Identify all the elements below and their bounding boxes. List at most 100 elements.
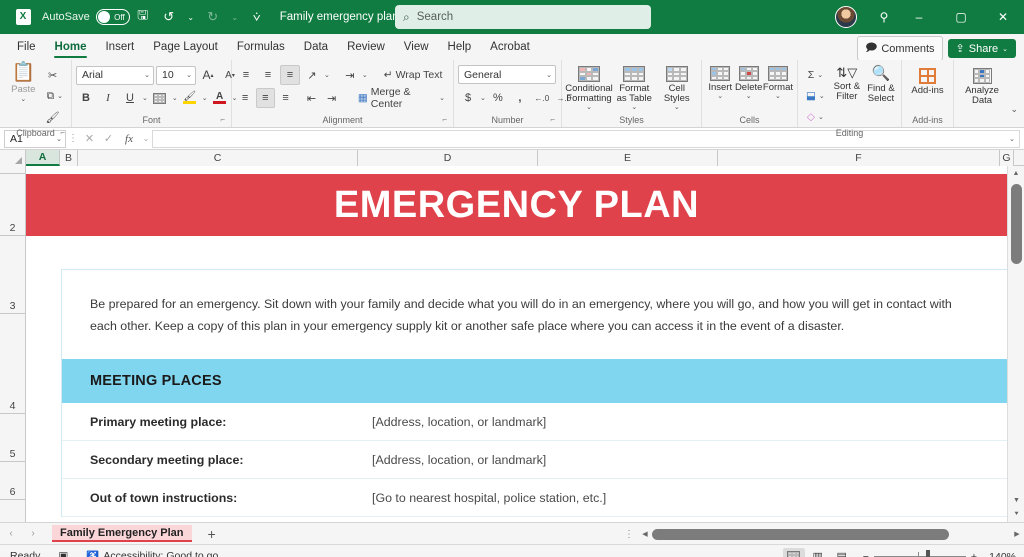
percent-format-button[interactable]: % <box>488 88 508 108</box>
align-top-button[interactable]: ≡ <box>236 65 256 85</box>
format-chevron-down-icon[interactable]: ⌄ <box>775 93 781 100</box>
underline-button[interactable]: U <box>120 88 140 108</box>
grow-font-button[interactable]: A ▴ <box>198 65 218 85</box>
scrollbar-resize-handle[interactable]: ⋮ <box>620 529 638 540</box>
font-color-icon[interactable]: A <box>210 88 230 108</box>
analyze-data-button[interactable]: Analyze Data <box>959 66 1005 106</box>
column-header-a[interactable]: A <box>26 150 60 166</box>
zoom-out-button[interactable]: − <box>863 551 869 557</box>
underline-chevron-down-icon[interactable]: ⌄ <box>142 94 148 102</box>
fx-chevron-down-icon[interactable]: ⌄ <box>140 134 152 143</box>
collapse-ribbon-chevron-icon[interactable]: ⌄ <box>1010 104 1018 115</box>
tab-acrobat[interactable]: Acrobat <box>481 38 539 56</box>
horizontal-scroll-track[interactable] <box>652 523 1010 545</box>
comma-format-button[interactable]: , <box>510 88 530 108</box>
redo-dropdown-icon[interactable]: ⌄ <box>226 4 244 30</box>
next-sheet-icon[interactable]: › <box>22 523 44 545</box>
insert-chevron-down-icon[interactable]: ⌄ <box>717 93 723 100</box>
secondary-meeting-place-value[interactable]: [Address, location, or landmark] <box>372 453 546 467</box>
autosave-toggle[interactable]: Off <box>95 9 130 25</box>
row-header-1[interactable] <box>0 166 25 174</box>
row-header-4[interactable]: 4 <box>0 314 25 414</box>
tab-file[interactable]: File <box>8 38 45 56</box>
decrease-indent-2-button[interactable]: ⇤ <box>302 88 320 108</box>
fill-chevron-down-icon[interactable]: ⌄ <box>819 92 825 100</box>
comments-button[interactable]: 🗩 Comments <box>857 36 943 61</box>
location-icon[interactable]: ⚲ <box>870 0 898 34</box>
horizontal-scroll-thumb[interactable] <box>652 528 950 540</box>
format-painter-button[interactable]: 🖌 <box>43 107 63 127</box>
tab-review[interactable]: Review <box>338 38 394 56</box>
out-of-town-instructions-value[interactable]: [Go to nearest hospital, police station,… <box>372 491 606 505</box>
align-middle-button[interactable]: ≡ <box>258 65 278 85</box>
close-button[interactable]: ✕ <box>982 0 1024 34</box>
column-header-f[interactable]: F <box>718 150 1000 166</box>
field-row-out-of-town-instructions[interactable]: Out of town instructions: [Go to nearest… <box>62 479 1007 518</box>
row-header-3[interactable]: 3 <box>0 236 25 314</box>
cancel-icon[interactable]: ✕ <box>80 132 99 145</box>
tab-insert[interactable]: Insert <box>96 38 143 56</box>
alignment-dialog-launcher-icon[interactable]: ⌐ <box>442 113 447 126</box>
delete-chevron-down-icon[interactable]: ⌄ <box>746 93 752 100</box>
insert-function-icon[interactable]: fx <box>118 133 140 145</box>
tab-formulas[interactable]: Formulas <box>228 38 294 56</box>
hscroll-right-arrow-icon[interactable]: ▶ <box>1010 530 1024 538</box>
share-button[interactable]: ⇪ Share ⌄ <box>947 39 1016 58</box>
currency-format-button[interactable]: $ <box>458 88 478 108</box>
hscroll-left-arrow-icon[interactable]: ◀ <box>638 530 652 538</box>
orientation-chevron-down-icon[interactable]: ⌄ <box>324 71 330 79</box>
select-all-button[interactable] <box>0 150 26 166</box>
primary-meeting-place-value[interactable]: [Address, location, or landmark] <box>372 415 546 429</box>
row-header-6[interactable]: 6 <box>0 462 25 500</box>
orientation-icon[interactable]: ↗ <box>302 65 322 85</box>
font-name-input[interactable]: Arial ⌄ <box>76 65 154 85</box>
sheet-tab-family-emergency-plan[interactable]: Family Emergency Plan <box>52 525 192 542</box>
copy-chevron-down-icon[interactable]: ⌄ <box>57 92 63 100</box>
increase-indent-button[interactable]: ⇥ <box>323 88 341 108</box>
number-dialog-launcher-icon[interactable]: ⌐ <box>550 113 555 126</box>
save-icon[interactable]: 🖫 <box>130 4 156 30</box>
sort-filter-button[interactable]: ⇅▽ Sort & Filter <box>831 64 863 102</box>
addins-button[interactable]: Add-ins <box>906 66 949 96</box>
vertical-scrollbar[interactable]: ▲ ▼ ⯆ <box>1007 166 1024 522</box>
delete-cells-button[interactable]: Delete ⌄ <box>734 64 762 100</box>
column-header-b[interactable]: B <box>60 150 78 166</box>
horizontal-scrollbar[interactable]: ⋮ ◀ ▶ <box>620 523 1024 545</box>
format-as-table-button[interactable]: Format as Table ⌄ <box>614 64 655 111</box>
avatar[interactable] <box>835 6 857 28</box>
vertical-scroll-thumb[interactable] <box>1011 184 1022 264</box>
scroll-down-arrow-icon[interactable]: ▼ <box>1008 493 1024 508</box>
borders-chevron-down-icon[interactable]: ⌄ <box>172 94 178 102</box>
font-size-input[interactable]: 10 ⌄ <box>156 65 196 85</box>
clear-chevron-down-icon[interactable]: ⌄ <box>818 113 824 121</box>
scroll-page-down-icon[interactable]: ⯆ <box>1008 507 1024 522</box>
italic-button[interactable]: I <box>98 88 118 108</box>
conditional-formatting-chevron-down-icon[interactable]: ⌄ <box>586 104 592 111</box>
number-format-chevron-down-icon[interactable]: ⌄ <box>546 71 552 79</box>
align-left-button[interactable]: ≡ <box>236 88 254 108</box>
maximize-button[interactable]: ▢ <box>940 0 982 34</box>
cell-styles-chevron-down-icon[interactable]: ⌄ <box>674 104 680 111</box>
cut-button[interactable]: ✂ <box>43 65 63 85</box>
clear-button[interactable]: ◇ ⌄ <box>802 107 829 127</box>
zoom-level-label[interactable]: 140% <box>982 551 1016 557</box>
decrease-indent-button[interactable]: ⇥ <box>340 65 360 85</box>
font-dialog-launcher-icon[interactable]: ⌐ <box>220 113 225 126</box>
find-select-button[interactable]: 🔍 Find & Select <box>865 64 897 104</box>
merge-center-button[interactable]: ▦ Merge & Center ⌄ <box>354 86 449 110</box>
previous-sheet-icon[interactable]: ‹ <box>0 523 22 545</box>
customize-quick-access-icon[interactable]: ⩒ <box>244 4 270 30</box>
bold-button[interactable]: B <box>76 88 96 108</box>
fill-button[interactable]: ⬓ ⌄ <box>802 86 829 106</box>
font-size-chevron-down-icon[interactable]: ⌄ <box>186 71 192 79</box>
expand-formula-bar-chevron-icon[interactable]: ⌄ <box>1009 135 1015 143</box>
scroll-up-arrow-icon[interactable]: ▲ <box>1008 166 1024 181</box>
align-right-button[interactable]: ≡ <box>277 88 295 108</box>
undo-icon[interactable]: ↺ <box>156 4 182 30</box>
zoom-slider-knob[interactable] <box>926 550 931 557</box>
normal-view-icon[interactable] <box>782 547 805 557</box>
increase-decimal-button[interactable]: ←.0 <box>532 88 552 108</box>
tab-help[interactable]: Help <box>439 38 481 56</box>
tab-page-layout[interactable]: Page Layout <box>144 38 227 56</box>
record-macro-icon[interactable]: ▣ <box>58 550 68 557</box>
